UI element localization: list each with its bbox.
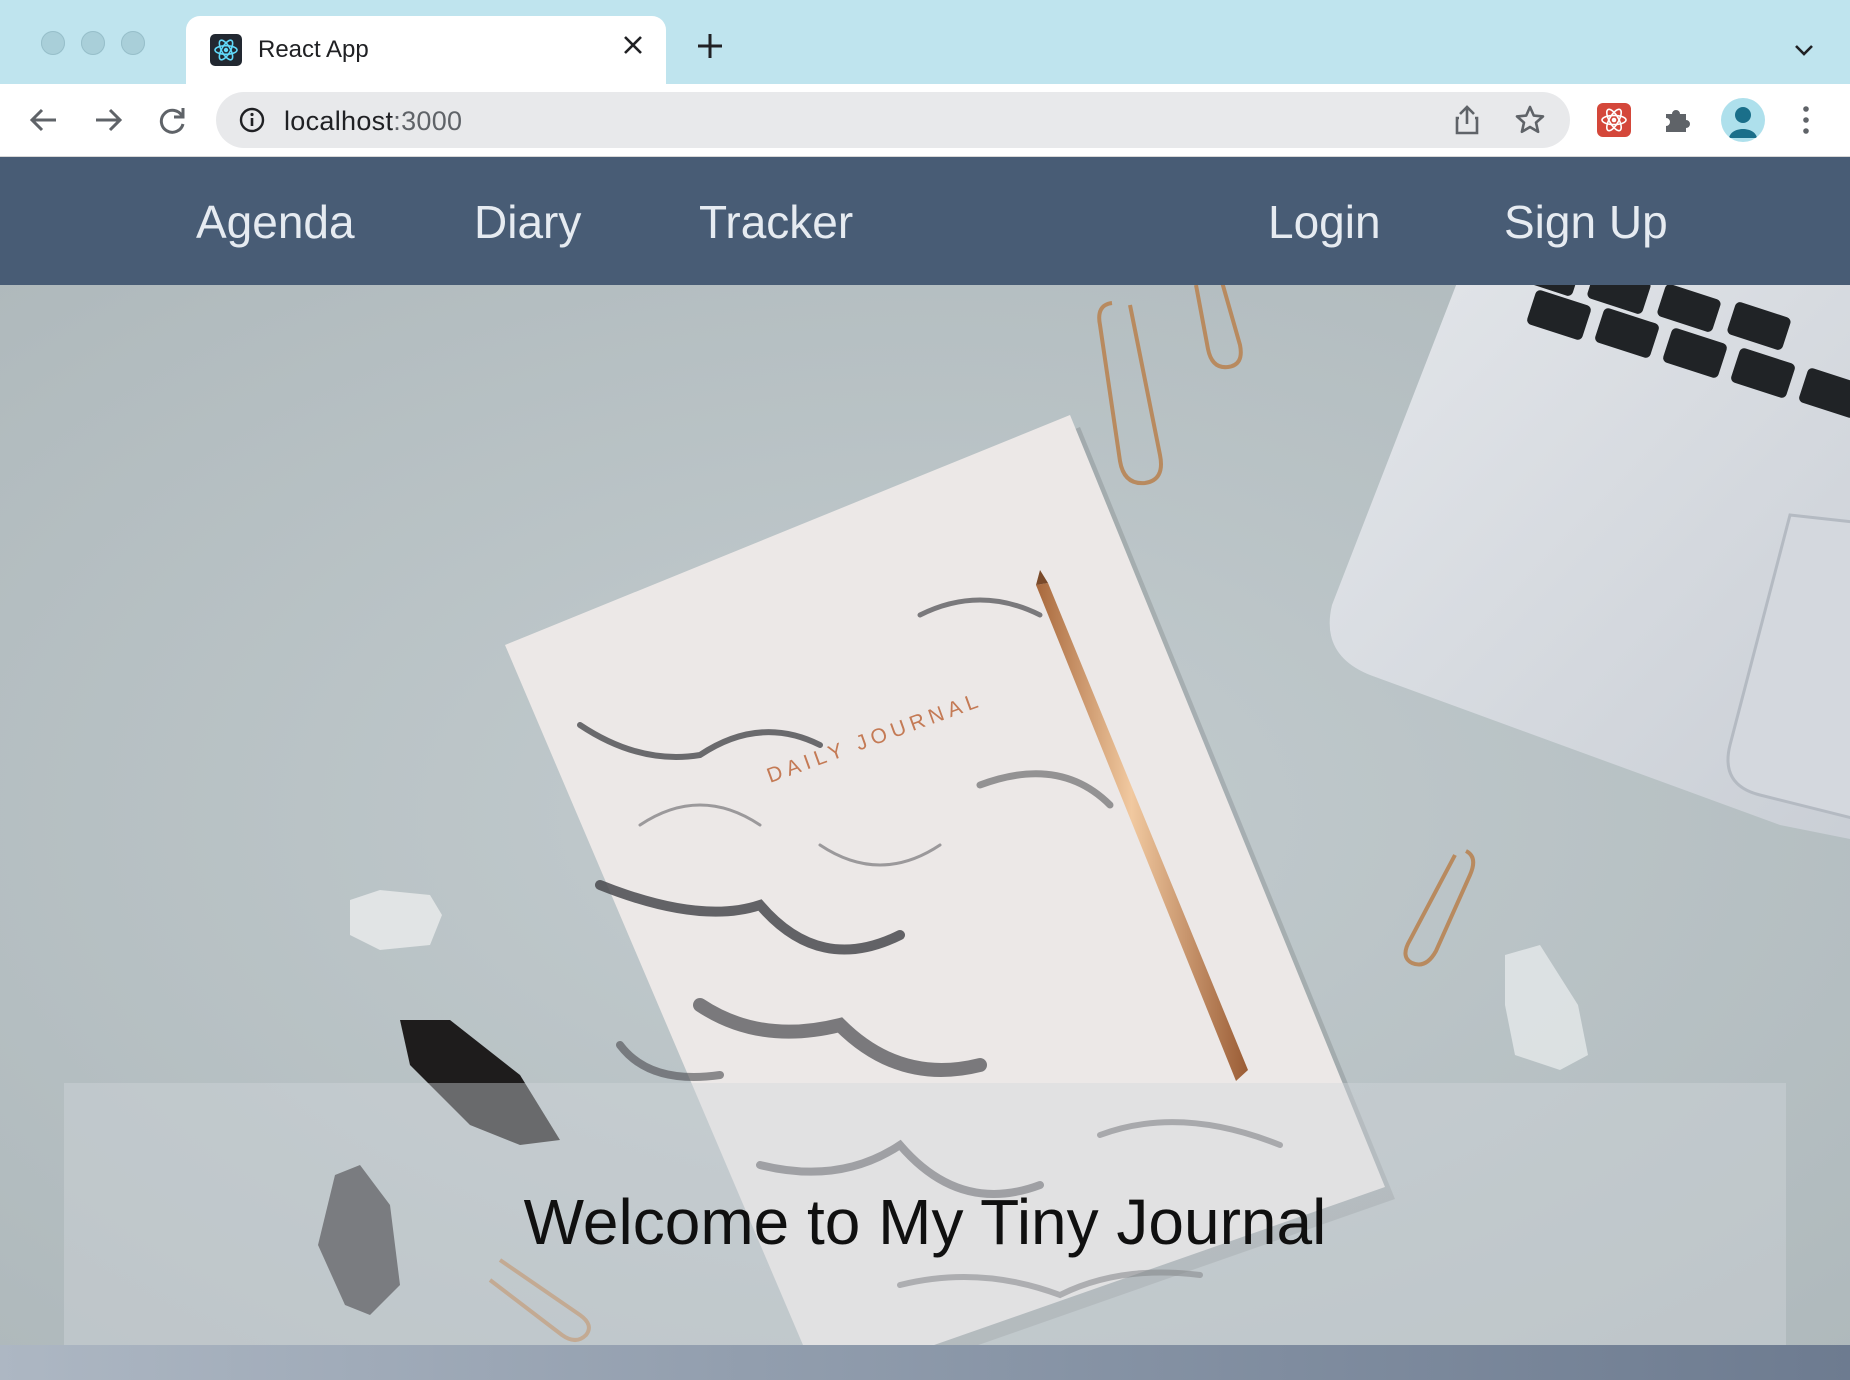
avatar-icon[interactable] — [1721, 98, 1765, 142]
welcome-banner: Welcome to My Tiny Journal — [64, 1083, 1786, 1345]
react-favicon-icon — [210, 34, 242, 66]
tab-title: React App — [258, 36, 369, 63]
url-port: :3000 — [393, 106, 463, 136]
new-tab-plus-icon[interactable] — [694, 30, 726, 62]
puzzle-icon[interactable] — [1660, 102, 1694, 136]
footer-strip — [0, 1345, 1850, 1380]
window-close-dot[interactable] — [41, 31, 65, 55]
url-host: localhost — [284, 106, 394, 136]
reload-icon[interactable] — [154, 102, 190, 138]
nav-link-login[interactable]: Login — [1268, 195, 1381, 249]
welcome-heading: Welcome to My Tiny Journal — [523, 1186, 1327, 1258]
nav-link-agenda[interactable]: Agenda — [196, 195, 355, 249]
address-bar[interactable]: localhost:3000 — [216, 92, 1570, 148]
nav-link-sign-up[interactable]: Sign Up — [1504, 195, 1668, 249]
browser-tab-active[interactable]: React App — [186, 16, 666, 84]
share-icon[interactable] — [1452, 104, 1482, 136]
tab-close-icon[interactable] — [620, 32, 646, 64]
nav-link-tracker[interactable]: Tracker — [699, 195, 853, 249]
browser-titlebar: React App — [0, 0, 1850, 84]
react-devtools-icon[interactable] — [1597, 103, 1631, 137]
url-text: localhost:3000 — [284, 106, 462, 137]
nav-link-diary[interactable]: Diary — [474, 195, 581, 249]
star-icon[interactable] — [1514, 104, 1546, 136]
kebab-menu-icon[interactable] — [1792, 102, 1820, 138]
window-maximize-dot[interactable] — [121, 31, 145, 55]
window-minimize-dot[interactable] — [81, 31, 105, 55]
info-icon[interactable] — [238, 106, 266, 134]
browser-toolbar: localhost:3000 — [0, 84, 1850, 157]
tab-list-chevron-down-icon[interactable] — [1790, 36, 1818, 64]
arrow-right-icon[interactable] — [90, 102, 126, 138]
arrow-left-icon[interactable] — [26, 102, 62, 138]
app-navbar: Agenda Diary Tracker Login Sign Up — [0, 157, 1850, 285]
